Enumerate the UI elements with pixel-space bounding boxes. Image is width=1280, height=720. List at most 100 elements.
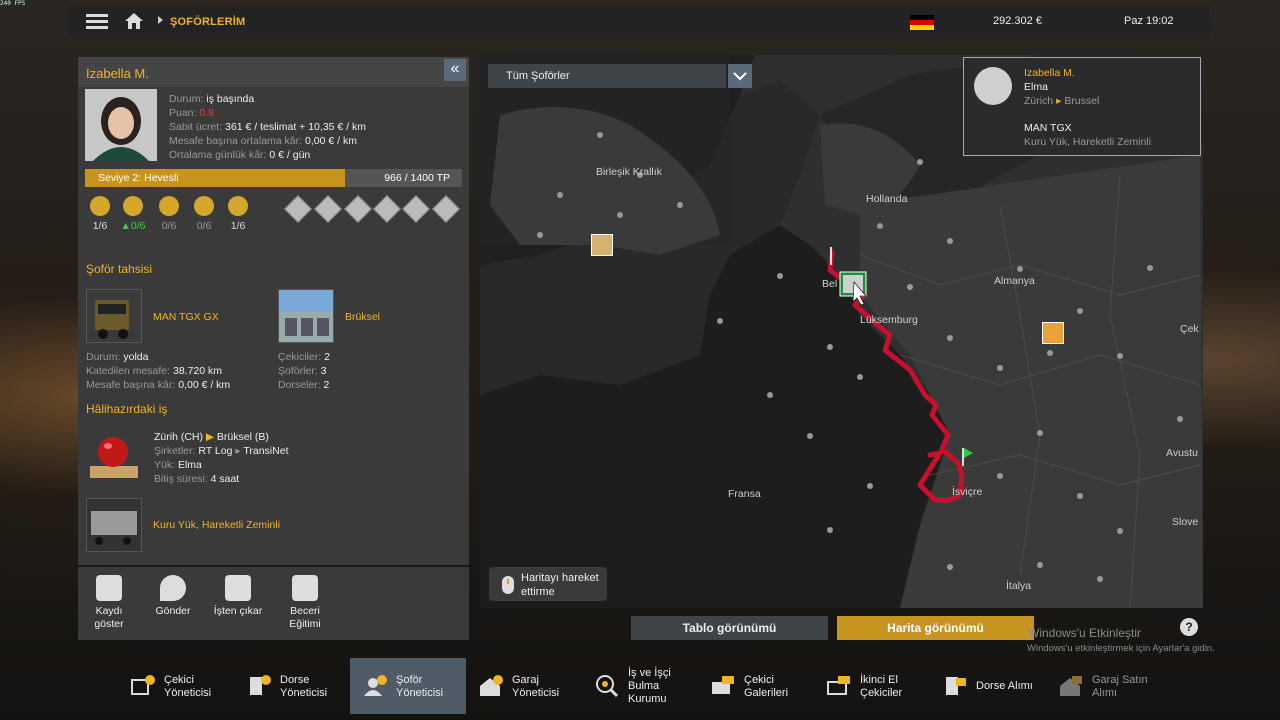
chevron-down-icon[interactable] bbox=[728, 64, 752, 88]
map-label-austria: Avustu bbox=[1166, 447, 1198, 459]
card-trailer: Kuru Yük, Hareketli Zeminli bbox=[1024, 136, 1152, 148]
map-label-switzerland: İsviçre bbox=[952, 486, 983, 498]
bottom-navigation: Çekici Yöneticisi Dorse Yöneticisi Şoför… bbox=[0, 656, 1280, 720]
fire-driver-button[interactable]: İşten çıkar bbox=[208, 567, 268, 618]
tab-truck-manager[interactable]: Çekici Yöneticisi bbox=[118, 658, 234, 714]
trailer-link[interactable]: Kuru Yük, Hareketli Zeminli bbox=[153, 519, 280, 531]
current-job-title: Hâlihazırdaki iş bbox=[86, 402, 168, 416]
just-in-time-icon bbox=[228, 196, 248, 216]
money-balance: 292.302 € bbox=[993, 15, 1042, 27]
breadcrumb-arrow-icon bbox=[158, 16, 163, 24]
show-record-button[interactable]: Kaydı göster bbox=[78, 567, 140, 631]
map-view-button[interactable]: Harita görünümü bbox=[837, 616, 1034, 640]
toxic-icon bbox=[401, 194, 431, 224]
driver-filter-dropdown[interactable]: Tüm Şoförler bbox=[488, 64, 726, 88]
collapse-panel-button[interactable]: « bbox=[444, 59, 466, 81]
map-view[interactable]: Tüm Şoförler Birleşik Krallık Hollanda A… bbox=[480, 55, 1203, 608]
tab-driver-manager[interactable]: Şoför Yöneticisi bbox=[350, 658, 466, 714]
corrosive-icon bbox=[431, 194, 461, 224]
driver-panel: Izabella M. « Durum: iş başında Puan: 0.… bbox=[78, 57, 469, 565]
driver-portrait bbox=[85, 89, 157, 161]
map-label-italy: İtalya bbox=[1006, 580, 1032, 592]
mouse-icon bbox=[502, 576, 514, 594]
tab-garage-purchase[interactable]: Garaj Satın Alımı bbox=[1046, 658, 1162, 714]
map-label-uk: Birleşik Krallık bbox=[596, 166, 662, 178]
country-flag-icon bbox=[910, 15, 934, 30]
truck-link[interactable]: MAN TGX GX bbox=[153, 311, 219, 323]
driver-name: Izabella M. bbox=[86, 66, 149, 81]
trailer-purchase-icon bbox=[946, 677, 966, 695]
garage-manager-icon bbox=[480, 675, 503, 696]
flammable-solids-icon bbox=[372, 194, 402, 224]
help-icon[interactable]: ? bbox=[1180, 618, 1198, 636]
driver-header: Izabella M. « bbox=[78, 57, 469, 87]
skill-high-value[interactable]: 0/6 bbox=[154, 196, 184, 232]
garage-purchase-icon bbox=[1060, 676, 1082, 696]
assignment-title: Şoför tahsisi bbox=[86, 262, 153, 276]
tab-recruitment[interactable]: İş ve İşçi Bulma Kurumu bbox=[582, 658, 698, 714]
card-driver-name: Izabella M. bbox=[1024, 67, 1075, 79]
map-label-slovenia: Slove bbox=[1172, 516, 1199, 528]
truck-manager-icon bbox=[131, 675, 155, 695]
tab-trailer-purchase[interactable]: Dorse Alımı bbox=[930, 658, 1046, 714]
map-label-netherlands: Hollanda bbox=[866, 193, 908, 205]
explosives-icon bbox=[283, 194, 313, 224]
send-location-icon bbox=[160, 575, 186, 601]
map-label-france: Fransa bbox=[728, 488, 761, 500]
origin-marker-icon bbox=[830, 247, 832, 265]
activation-watermark-title: Windows'u Etkinleştir bbox=[1028, 626, 1141, 640]
driver-pin[interactable] bbox=[591, 234, 613, 256]
home-icon[interactable] bbox=[124, 12, 144, 30]
table-view-button[interactable]: Tablo görünümü bbox=[631, 616, 828, 640]
long-distance-icon bbox=[123, 196, 143, 216]
fire-driver-icon bbox=[225, 575, 251, 601]
card-cargo: Elma bbox=[1024, 81, 1048, 93]
fps-counter: 240 FPS bbox=[0, 0, 26, 7]
garage-link[interactable]: Brüksel bbox=[345, 311, 380, 323]
tab-truck-dealers[interactable]: Çekici Galerileri bbox=[698, 658, 814, 714]
tab-trailer-manager[interactable]: Dorse Yöneticisi bbox=[234, 658, 350, 714]
cargo-thumbnail bbox=[86, 428, 140, 480]
truck-stats: Durum: yolda Katedilen mesafe: 38.720 km… bbox=[86, 351, 231, 391]
adr-pin-icon bbox=[90, 196, 110, 216]
high-value-cargo-icon bbox=[159, 196, 179, 216]
trailer-manager-icon bbox=[250, 675, 271, 695]
level-progress-bar: Seviye 2: Hevesli 966 / 1400 TP bbox=[85, 169, 462, 187]
map-label-belgium: Bel bbox=[822, 278, 838, 290]
used-truck-icon bbox=[827, 676, 850, 695]
send-button[interactable]: Gönder bbox=[142, 567, 204, 618]
pan-map-hint[interactable]: Haritayı hareket ettirme bbox=[489, 567, 607, 601]
truck-thumbnail[interactable] bbox=[86, 289, 142, 343]
breadcrumb[interactable]: ŞOFÖRLERİM bbox=[170, 16, 245, 28]
driver-manager-icon bbox=[364, 675, 387, 696]
skill-just-in-time[interactable]: 1/6 bbox=[223, 196, 253, 232]
recruitment-icon bbox=[596, 675, 619, 698]
tab-garage-manager[interactable]: Garaj Yöneticisi bbox=[466, 658, 582, 714]
tab-used-trucks[interactable]: İkinci El Çekiciler bbox=[814, 658, 930, 714]
skill-training-icon bbox=[292, 575, 318, 601]
fragile-cargo-icon bbox=[194, 196, 214, 216]
driver-info: Durum: iş başında Puan: 0.8 Sabit ücret:… bbox=[169, 93, 366, 161]
skill-adr[interactable]: 1/6 bbox=[85, 196, 115, 232]
record-icon bbox=[96, 575, 122, 601]
job-details: Zürih (CH) ▶ Brüksel (B) Şirketler: RT L… bbox=[154, 431, 289, 485]
trailer-thumbnail bbox=[86, 498, 142, 552]
map-label-luxembourg: Lüksemburg bbox=[860, 314, 918, 326]
skill-fragile[interactable]: 0/6 bbox=[189, 196, 219, 232]
skill-long-distance[interactable]: ▲0/6 bbox=[118, 196, 148, 232]
card-driver-avatar bbox=[974, 67, 1012, 105]
card-truck: MAN TGX bbox=[1024, 122, 1072, 134]
flammable-liquids-icon bbox=[343, 194, 373, 224]
top-bar: ŞOFÖRLERİM 292.302 € Paz 19:02 bbox=[68, 6, 1210, 38]
skill-training-button[interactable]: Beceri Eğitimi bbox=[274, 567, 336, 631]
hamburger-menu-icon[interactable] bbox=[86, 14, 108, 30]
truck-dealer-icon bbox=[712, 676, 734, 694]
driver-pin[interactable] bbox=[1042, 322, 1064, 344]
map-label-germany: Almanya bbox=[994, 275, 1035, 287]
driver-info-card[interactable]: Izabella M. Elma Zürich ▸ Brussel MAN TG… bbox=[963, 57, 1201, 156]
garage-thumbnail[interactable] bbox=[278, 289, 334, 343]
level-label: Seviye 2: Hevesli bbox=[98, 172, 179, 184]
garage-stats: Çekiciler: 2 Şoförler: 3 Dorseler: 2 bbox=[278, 351, 330, 391]
gases-icon bbox=[313, 194, 343, 224]
game-time: Paz 19:02 bbox=[1124, 15, 1174, 27]
